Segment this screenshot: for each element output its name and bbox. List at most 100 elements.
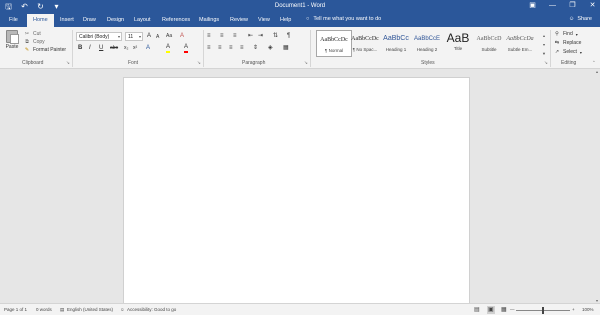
select-button[interactable]: ↗ Select ▾ <box>554 48 582 57</box>
ribbon-tabs: File Home Insert Draw Design Layout Refe… <box>0 13 600 27</box>
tab-mailings[interactable]: Mailings <box>199 16 219 24</box>
bold-button[interactable]: B <box>78 44 82 53</box>
find-button[interactable]: ⚲ Find ▾ <box>554 30 582 39</box>
tab-draw[interactable]: Draw <box>83 16 96 24</box>
zoom-out-icon[interactable]: — <box>510 307 515 313</box>
clipboard-commands: ✂ Cut ⧉ Copy ✎ Format Painter <box>24 30 66 54</box>
tab-view[interactable]: View <box>258 16 270 24</box>
editing-group-label: Editing <box>561 60 577 66</box>
change-case-button[interactable]: Aa <box>166 32 172 41</box>
editing-group: ⚲ Find ▾ ⇆ Replace ↗ Select ▾ <box>554 30 582 57</box>
strikethrough-icon[interactable]: abc <box>110 44 118 53</box>
cut-button[interactable]: ✂ Cut <box>24 30 66 38</box>
document-page[interactable] <box>123 77 470 315</box>
subscript-icon[interactable]: x₂ <box>124 44 128 53</box>
print-layout-icon[interactable]: ▣ <box>487 306 495 314</box>
replace-button[interactable]: ⇆ Replace <box>554 39 582 48</box>
copy-label: Copy <box>33 39 45 45</box>
decrease-indent-icon[interactable]: ⇤ <box>248 32 253 41</box>
paragraph-launcher-icon[interactable]: ↘ <box>304 60 308 66</box>
ribbon: Paste ✂ Cut ⧉ Copy ✎ Format Painter Clipboa… <box>0 27 600 69</box>
chevron-up-icon[interactable]: ▴ <box>541 31 547 40</box>
word-count[interactable]: 0 words <box>36 307 52 313</box>
numbering-icon[interactable]: ≡ <box>220 32 224 41</box>
grow-font-button[interactable]: A <box>147 32 151 41</box>
page-count[interactable]: Page 1 of 1 <box>4 307 27 313</box>
find-label: Find <box>563 31 573 37</box>
chevron-down-icon[interactable]: ▾ <box>541 40 547 49</box>
proofing-icon[interactable]: ▤ <box>60 307 64 313</box>
collapse-ribbon-icon[interactable]: ⌃ <box>592 60 596 66</box>
tab-references[interactable]: References <box>162 16 190 24</box>
minimize-icon[interactable]: — <box>548 0 557 12</box>
font-color-icon[interactable]: A <box>184 44 189 53</box>
align-right-icon[interactable]: ≡ <box>229 44 233 53</box>
text-effects-icon[interactable]: A <box>146 44 150 53</box>
zoom-in-icon[interactable]: + <box>572 307 575 313</box>
highlight-color-button[interactable]: A <box>166 44 171 53</box>
chevron-down-icon: ▾ <box>117 34 120 39</box>
restore-icon[interactable]: ❐ <box>568 0 577 12</box>
format-painter-button[interactable]: ✎ Format Painter <box>24 46 66 54</box>
chevron-down-icon: ▾ <box>138 34 141 39</box>
zoom-slider-thumb[interactable] <box>542 307 544 314</box>
group-divider <box>203 30 204 67</box>
font-group-label: Font <box>128 60 139 66</box>
replace-label: Replace <box>563 40 582 46</box>
tab-layout[interactable]: Layout <box>134 16 151 24</box>
borders-icon[interactable]: ▦ <box>283 44 289 53</box>
document-canvas: ▴ ▾ <box>0 69 600 315</box>
style-subtle-emphasis[interactable]: AaBbCcDa Subtle Em... <box>502 30 538 57</box>
font-launcher-icon[interactable]: ↘ <box>197 60 201 66</box>
paste-label: Paste <box>5 44 19 50</box>
read-mode-icon[interactable]: ▤ <box>474 306 480 314</box>
status-bar: Page 1 of 1 0 words ▤ English (United St… <box>0 303 600 315</box>
chevron-down-icon: ▾ <box>575 32 578 37</box>
underline-button[interactable]: U <box>99 44 103 53</box>
scroll-up-icon[interactable]: ▴ <box>594 69 600 74</box>
styles-scroll: ▴ ▾ ▼ <box>541 31 547 58</box>
show-marks-button[interactable]: ¶ <box>287 32 290 41</box>
shrink-font-button[interactable]: A <box>156 33 159 42</box>
clipboard-launcher-icon[interactable]: ↘ <box>66 60 70 66</box>
styles-launcher-icon[interactable]: ↘ <box>544 60 548 66</box>
line-spacing-icon[interactable]: ⇕ <box>253 44 258 53</box>
tab-insert[interactable]: Insert <box>60 16 74 24</box>
sort-icon[interactable]: ⇅ <box>273 32 278 41</box>
copy-button[interactable]: ⧉ Copy <box>24 38 66 46</box>
ribbon-display-icon[interactable]: ▣ <box>528 0 537 12</box>
bullets-icon[interactable]: ≡ <box>207 32 211 41</box>
zoom-level[interactable]: 100% <box>582 307 594 313</box>
web-layout-icon[interactable]: ▦ <box>501 306 507 314</box>
accessibility-icon: ☺ <box>120 307 125 312</box>
font-name-combo[interactable]: Calibri (Body) ▾ <box>76 32 122 41</box>
language-indicator[interactable]: English (United States) <box>67 307 113 313</box>
tell-me-box[interactable]: ○ Tell me what you want to do <box>306 16 381 22</box>
group-divider <box>72 30 73 67</box>
tab-help[interactable]: Help <box>280 16 291 24</box>
align-left-icon[interactable]: ≡ <box>207 44 211 53</box>
tab-design[interactable]: Design <box>107 16 124 24</box>
justify-icon[interactable]: ≡ <box>240 44 244 53</box>
vertical-scrollbar[interactable]: ▴ ▾ <box>594 69 600 303</box>
italic-button[interactable]: I <box>89 44 91 53</box>
font-size-combo[interactable]: 11 ▾ <box>125 32 143 41</box>
superscript-icon[interactable]: x² <box>133 44 137 53</box>
clear-formatting-button[interactable]: A <box>180 32 184 41</box>
tab-review[interactable]: Review <box>230 16 248 24</box>
close-icon[interactable]: ✕ <box>588 0 597 12</box>
multilevel-list-icon[interactable]: ≡ <box>233 32 237 41</box>
increase-indent-icon[interactable]: ⇥ <box>258 32 263 41</box>
paste-button[interactable]: Paste <box>5 30 19 50</box>
more-styles-icon[interactable]: ▼ <box>541 49 547 58</box>
align-center-icon[interactable]: ≡ <box>218 44 222 53</box>
share-button[interactable]: ☺ Share <box>569 16 592 22</box>
tab-home[interactable]: Home <box>27 14 54 27</box>
tab-file[interactable]: File <box>9 16 18 24</box>
replace-icon: ⇆ <box>554 40 560 46</box>
shading-icon[interactable]: ◈ <box>268 44 273 53</box>
accessibility-status[interactable]: Accessibility: Good to go <box>127 307 176 313</box>
tell-me-text: Tell me what you want to do <box>313 16 382 22</box>
chevron-down-icon: ▾ <box>579 50 582 55</box>
group-divider <box>550 30 551 67</box>
